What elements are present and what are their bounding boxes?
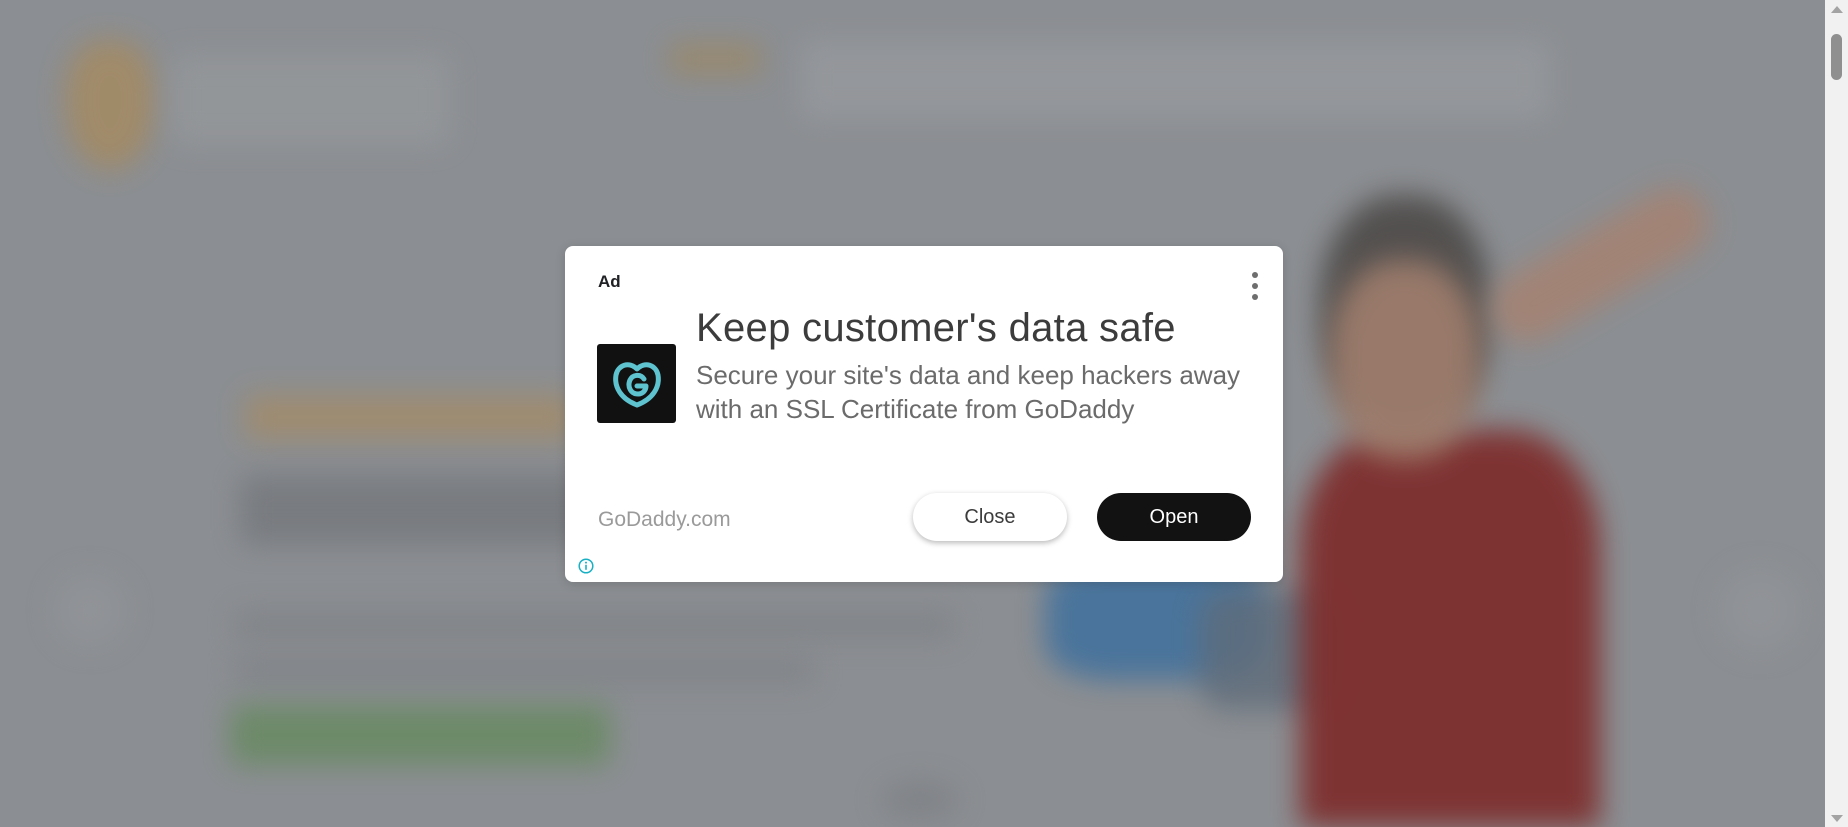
background-paragraph [235,655,815,685]
background-image-person [1478,174,1722,356]
background-logo [65,40,155,170]
page-scrollbar[interactable] [1825,0,1848,827]
scroll-thumb[interactable] [1831,34,1842,80]
background-nav [800,40,1550,120]
background-image-person [1330,260,1480,460]
background-logo-text [170,55,450,145]
background-slider-prev [55,575,125,645]
ad-advertiser[interactable]: GoDaddy.com [598,508,731,532]
scroll-up-button[interactable] [1825,0,1848,18]
ad-body[interactable]: Secure your site's data and keep hackers… [696,358,1256,426]
ad-label: Ad [598,272,621,291]
background-nav-item [670,45,760,73]
background-image-person [1300,430,1600,827]
ad-headline[interactable]: Keep customer's data safe [696,306,1176,351]
more-vert-icon[interactable] [1248,272,1262,300]
ad-dialog: Ad Keep customer's data safe Secure your… [565,246,1283,582]
godaddy-logo-icon[interactable] [597,344,676,423]
open-button[interactable]: Open [1097,493,1251,541]
scroll-down-button[interactable] [1825,809,1848,827]
arrow-down-icon [1830,814,1843,822]
close-button[interactable]: Close [913,493,1067,541]
background-banner [245,395,575,439]
background-slider-next [1720,570,1800,650]
background-slider-dots [880,780,960,820]
info-icon[interactable] [578,558,594,574]
godaddy-logo-mark [612,361,661,407]
background-cta-button [230,705,610,765]
arrow-up-icon [1830,5,1843,13]
background-paragraph [235,610,955,640]
